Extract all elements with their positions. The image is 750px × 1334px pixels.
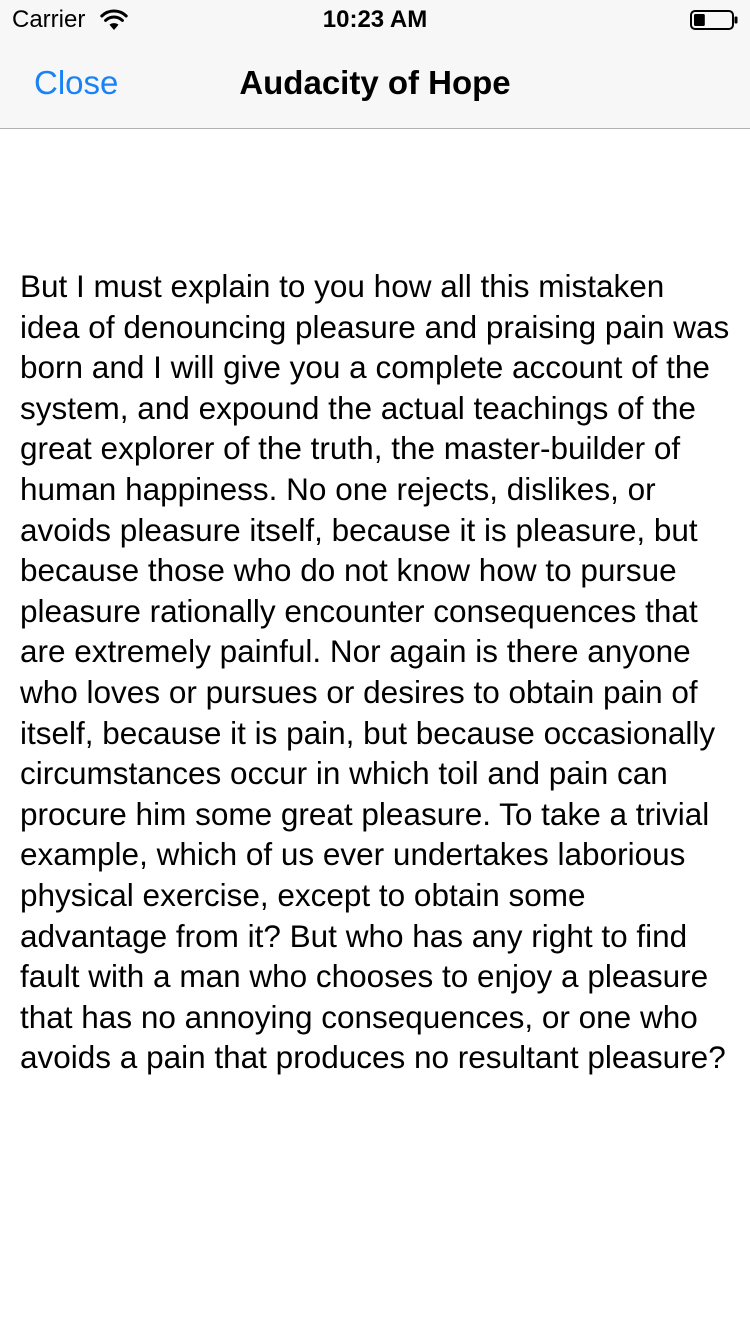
top-bar: Carrier 10:23 AM Close Audacity of Hope [0, 0, 750, 129]
screen: Carrier 10:23 AM Close Audacity of Hope … [0, 0, 750, 1334]
status-bar: Carrier 10:23 AM [0, 0, 750, 40]
clock: 10:23 AM [322, 6, 428, 33]
article-body: But I must explain to you how all this m… [20, 268, 730, 1076]
battery-icon [690, 10, 738, 30]
close-button[interactable]: Close [34, 64, 118, 102]
battery-level [694, 14, 705, 26]
navigation-bar: Close Audacity of Hope [0, 40, 750, 128]
